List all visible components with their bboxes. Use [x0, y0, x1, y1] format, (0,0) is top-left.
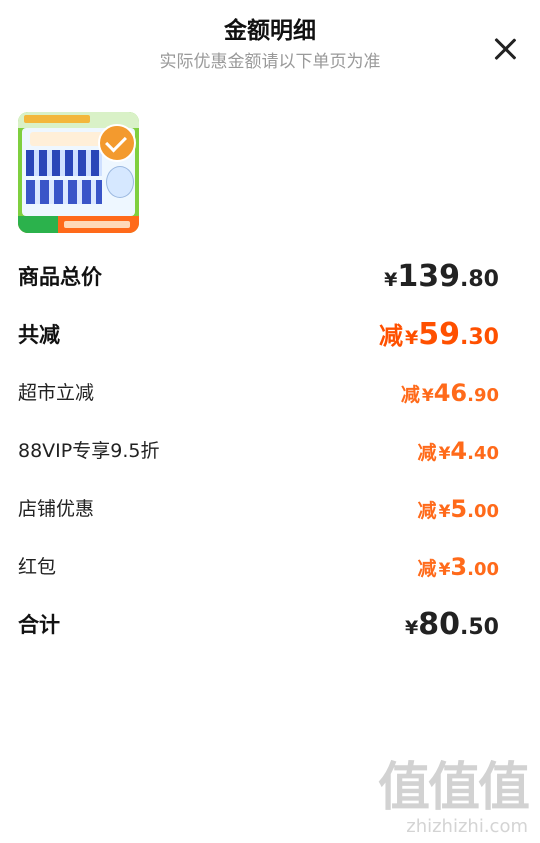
check-badge-icon: [98, 124, 136, 162]
row-label: 红包: [18, 556, 57, 578]
product-thumbnail: [18, 112, 139, 233]
row-red-packet: 红包 减 ¥3.00: [0, 539, 540, 597]
row-total-price: 商品总价 ¥139.80: [0, 249, 540, 307]
amount-detail-sheet: 金额明细 实际优惠金额请以下单页为准 商品总价 ¥139.80 共减 减 ¥59.…: [0, 0, 540, 843]
row-label: 合计: [18, 613, 60, 637]
row-total-discount: 共减 减 ¥59.30: [0, 307, 540, 365]
row-label: 商品总价: [18, 265, 102, 289]
row-value: 减 ¥5.00: [417, 495, 499, 523]
row-value: 减 ¥4.40: [417, 437, 499, 465]
row-label: 超市立减: [18, 382, 95, 404]
close-icon[interactable]: [492, 36, 518, 62]
row-label: 共减: [18, 323, 60, 347]
row-supermarket-discount: 超市立减 减 ¥46.90: [0, 365, 540, 423]
row-value: ¥80.50: [405, 607, 499, 642]
watermark: 值值值 zhizhizhi.com: [377, 758, 530, 838]
row-value: 减 ¥46.90: [400, 379, 499, 407]
thumbnail-footer: [18, 216, 139, 233]
row-value: 减 ¥3.00: [417, 553, 499, 581]
sheet-title: 金额明细: [224, 18, 316, 44]
sheet-subtitle: 实际优惠金额请以下单页为准: [159, 52, 381, 72]
row-value: ¥139.80: [384, 259, 499, 294]
price-breakdown: 商品总价 ¥139.80 共减 减 ¥59.30 超市立减 减 ¥46.90 88V…: [0, 249, 540, 655]
row-grand-total: 合计 ¥80.50: [0, 597, 540, 655]
sheet-header: 金额明细 实际优惠金额请以下单页为准: [0, 14, 540, 74]
row-label: 店铺优惠: [18, 498, 95, 520]
watermark-logo: 值值值: [377, 758, 530, 818]
row-shop-discount: 店铺优惠 减 ¥5.00: [0, 481, 540, 539]
watermark-url: zhizhizhi.com: [406, 816, 528, 837]
row-value: 减 ¥59.30: [379, 317, 499, 352]
row-88vip-discount: 88VIP专享9.5折 减 ¥4.40: [0, 423, 540, 481]
row-label: 88VIP专享9.5折: [18, 440, 160, 462]
